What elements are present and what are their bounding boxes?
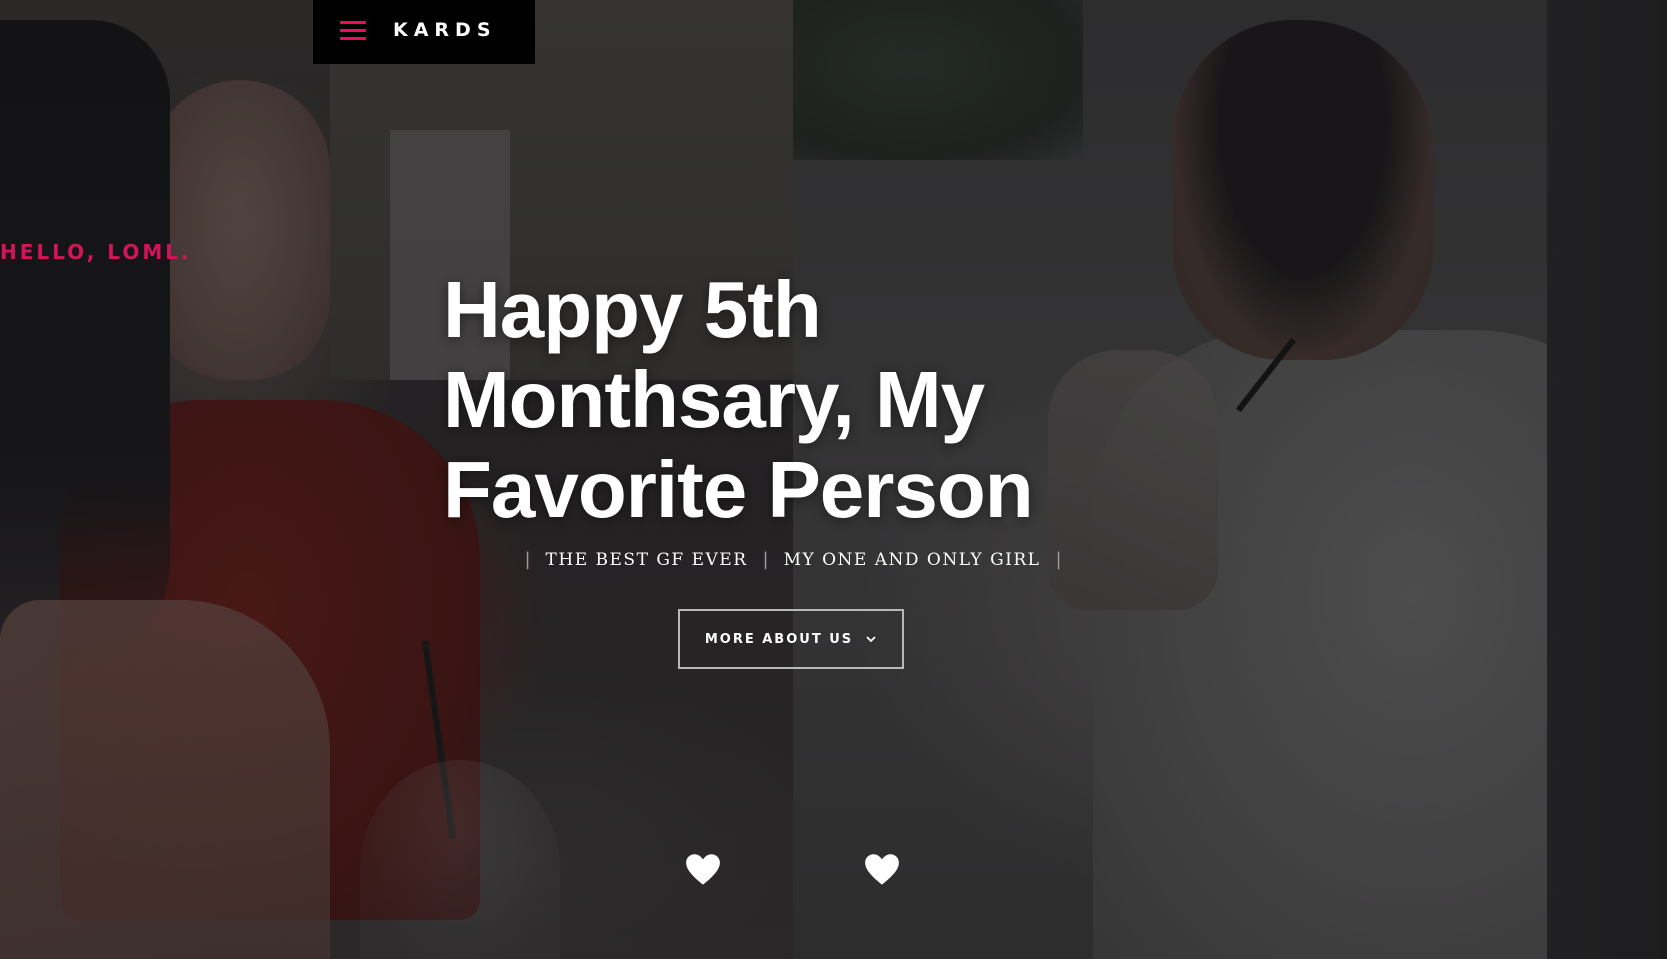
hero-headline: Happy 5th Monthsary, My Favorite Person bbox=[443, 265, 1034, 534]
tagline-separator: | bbox=[762, 549, 769, 570]
hamburger-icon[interactable] bbox=[340, 21, 366, 41]
hero-greeting: HELLO, LOML. bbox=[0, 240, 192, 264]
heart-icon bbox=[686, 854, 720, 885]
site-header: KARDS bbox=[313, 0, 535, 64]
tagline-separator: | bbox=[1055, 549, 1062, 570]
hero-taglines: | THE BEST GF EVER | MY ONE AND ONLY GIR… bbox=[0, 549, 1586, 570]
heart-icon bbox=[865, 854, 899, 885]
tagline-separator: | bbox=[524, 549, 531, 570]
more-about-us-button[interactable]: MORE ABOUT US bbox=[678, 609, 904, 669]
chevron-down-icon bbox=[866, 636, 876, 643]
tagline-item: THE BEST GF EVER bbox=[545, 549, 748, 570]
tagline-item: MY ONE AND ONLY GIRL bbox=[783, 549, 1041, 570]
cta-label: MORE ABOUT US bbox=[704, 631, 854, 647]
brand-logo[interactable]: KARDS bbox=[393, 19, 497, 41]
